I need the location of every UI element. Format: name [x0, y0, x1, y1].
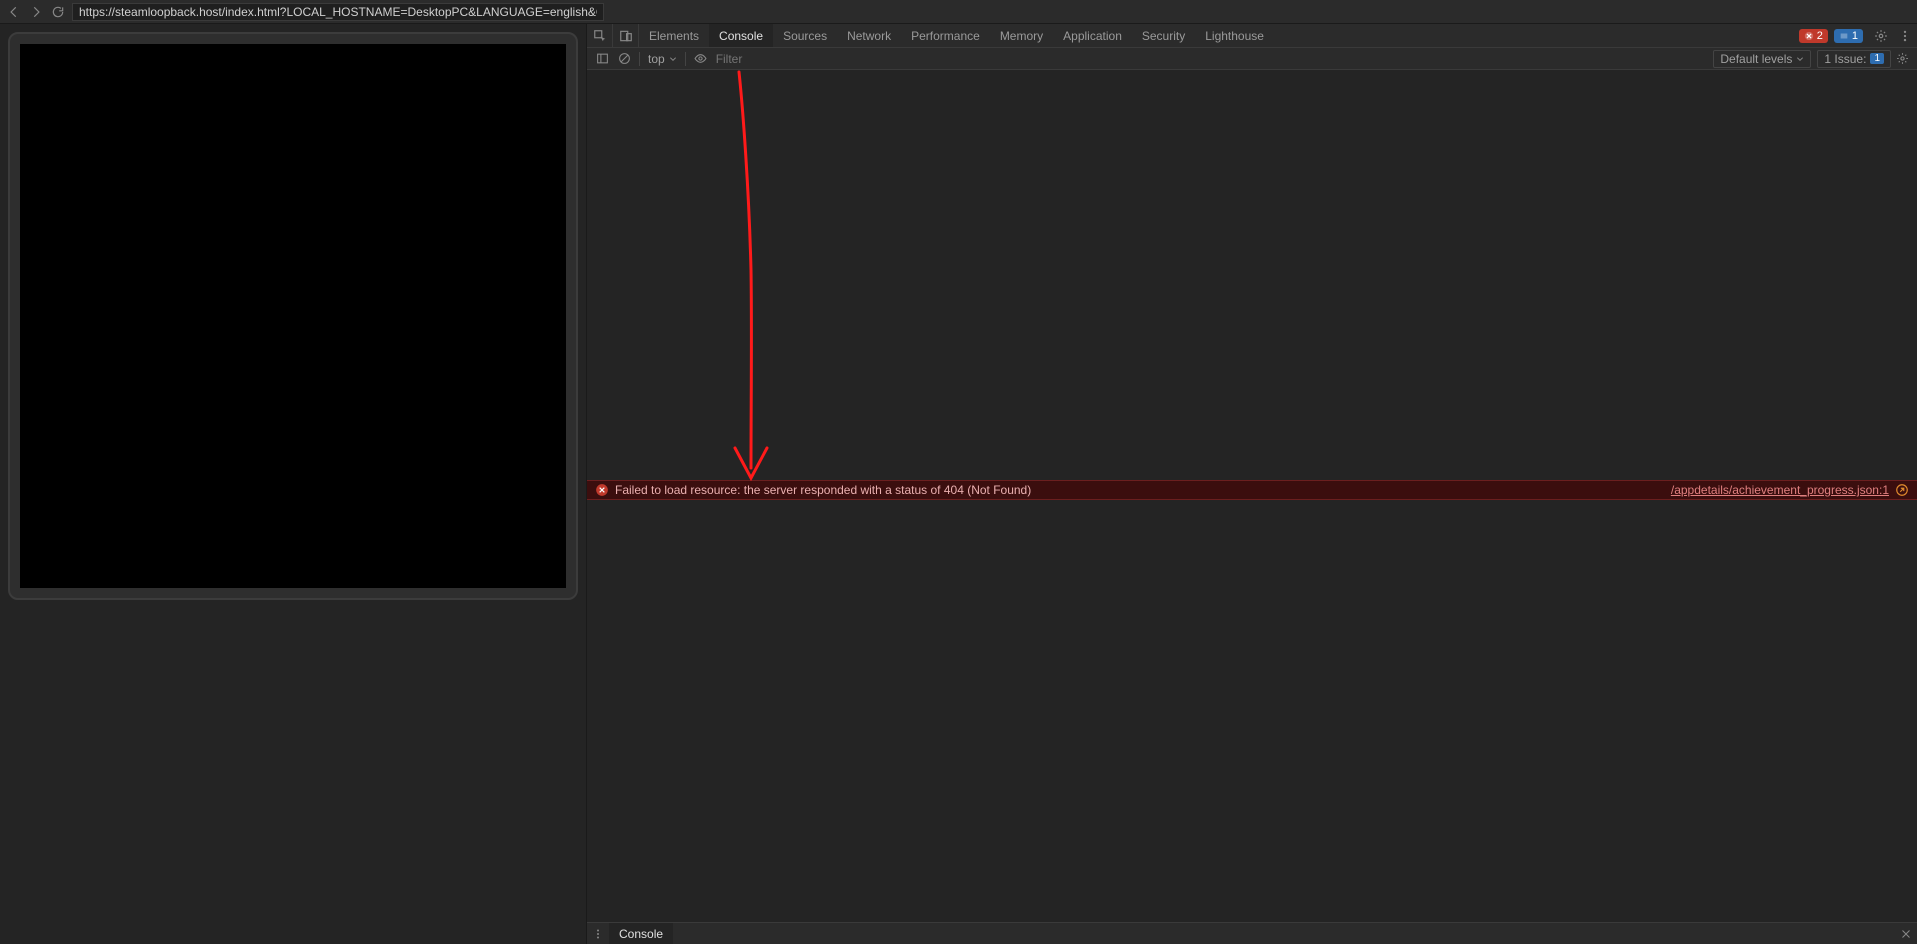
console-output[interactable]: Failed to load resource: the server resp…	[587, 70, 1917, 922]
info-count-badge[interactable]: 1	[1834, 29, 1863, 43]
issues-button[interactable]: 1 Issue: 1	[1817, 50, 1891, 68]
nav-back-button[interactable]	[6, 4, 22, 20]
issues-label: 1 Issue:	[1824, 52, 1866, 66]
log-levels-select[interactable]: Default levels	[1713, 50, 1811, 68]
error-icon	[595, 483, 609, 497]
info-dot-icon	[1839, 31, 1849, 41]
console-error-row[interactable]: Failed to load resource: the server resp…	[587, 480, 1917, 500]
console-toolbar: top Default levels 1 Issue: 1	[587, 48, 1917, 70]
error-dot-icon	[1804, 31, 1814, 41]
console-settings-button[interactable]	[1891, 48, 1913, 70]
nav-reload-button[interactable]	[50, 4, 66, 20]
inspect-icon	[593, 29, 607, 43]
devtools-drawer: Console	[587, 922, 1917, 944]
devtools-settings-button[interactable]	[1869, 24, 1893, 47]
drawer-menu-button[interactable]	[587, 923, 609, 944]
tab-security[interactable]: Security	[1132, 24, 1195, 47]
chevron-down-icon	[1796, 55, 1804, 63]
inspect-element-button[interactable]	[587, 24, 613, 47]
tab-performance[interactable]: Performance	[901, 24, 990, 47]
gear-icon	[1896, 52, 1909, 65]
device-toolbar-button[interactable]	[613, 24, 639, 47]
console-filter-input[interactable]	[712, 52, 1352, 66]
kebab-icon	[592, 928, 604, 940]
devtools-panel: Elements Console Sources Network Perform…	[586, 24, 1917, 944]
url-input[interactable]	[72, 3, 604, 21]
tab-sources[interactable]: Sources	[773, 24, 837, 47]
preview-viewport[interactable]	[20, 44, 566, 588]
tab-lighthouse[interactable]: Lighthouse	[1195, 24, 1274, 47]
gear-icon	[1874, 29, 1888, 43]
close-icon	[1900, 928, 1912, 940]
device-icon	[619, 29, 633, 43]
tab-console[interactable]: Console	[709, 24, 773, 47]
arrow-right-icon	[29, 5, 43, 19]
tab-elements[interactable]: Elements	[639, 24, 709, 47]
execution-context-label: top	[648, 52, 665, 66]
toggle-sidebar-button[interactable]	[591, 48, 613, 70]
status-badges: 2 1	[1793, 24, 1869, 47]
drawer-close-button[interactable]	[1895, 923, 1917, 944]
sidebar-icon	[596, 52, 609, 65]
devtools-menu-button[interactable]	[1893, 24, 1917, 47]
page-preview-pane	[0, 24, 586, 944]
info-count-text: 1	[1852, 30, 1858, 42]
nav-forward-button[interactable]	[28, 4, 44, 20]
kebab-icon	[1898, 29, 1912, 43]
execution-context-select[interactable]: top	[644, 52, 681, 66]
drawer-tab-console[interactable]: Console	[609, 923, 673, 944]
log-levels-label: Default levels	[1720, 52, 1792, 66]
clear-icon	[618, 52, 631, 65]
console-error-message: Failed to load resource: the server resp…	[615, 483, 1671, 497]
preview-frame	[8, 32, 578, 600]
live-expression-button[interactable]	[690, 48, 712, 70]
chevron-down-icon	[669, 55, 677, 63]
issues-count: 1	[1870, 53, 1884, 64]
console-error-source-link[interactable]: /appdetails/achievement_progress.json:1	[1671, 483, 1889, 497]
tab-network[interactable]: Network	[837, 24, 901, 47]
error-count-badge[interactable]: 2	[1799, 29, 1828, 43]
tab-memory[interactable]: Memory	[990, 24, 1053, 47]
eye-icon	[694, 52, 707, 65]
main-split: Elements Console Sources Network Perform…	[0, 24, 1917, 944]
address-bar	[0, 0, 1917, 24]
error-count-text: 2	[1817, 30, 1823, 42]
devtools-tab-strip: Elements Console Sources Network Perform…	[587, 24, 1917, 48]
external-link-icon	[1895, 483, 1909, 497]
tab-application[interactable]: Application	[1053, 24, 1132, 47]
arrow-left-icon	[7, 5, 21, 19]
clear-console-button[interactable]	[613, 48, 635, 70]
reload-icon	[51, 5, 65, 19]
